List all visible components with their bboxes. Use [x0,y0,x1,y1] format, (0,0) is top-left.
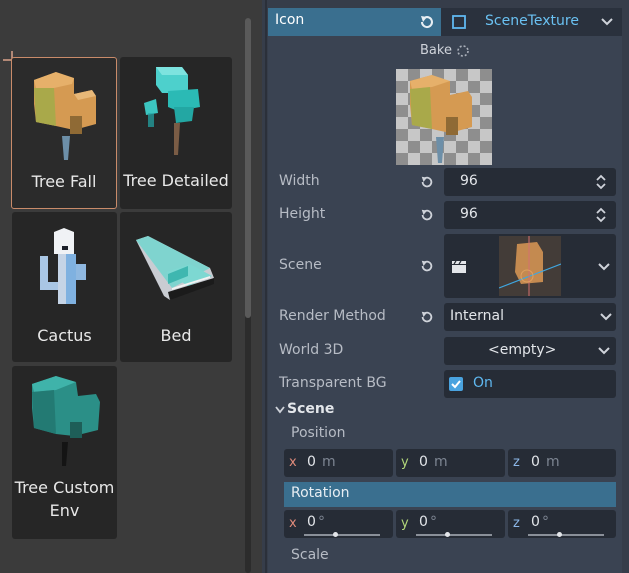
rotation-x-value: 0 [307,514,316,530]
height-label: Height [279,206,326,222]
position-y-value: 0 [419,454,428,470]
render-method-value: Internal [450,308,504,324]
axis-x-label: x [289,516,297,531]
asset-scrollbar-thumb[interactable] [245,18,251,318]
bake-button[interactable]: Bake [420,43,452,58]
position-x-field[interactable]: x 0 m [284,449,393,477]
scene-texture-resource-picker[interactable]: SceneTexture [441,8,622,36]
asset-label: Cactus [37,326,92,345]
transparent-bg-label: Transparent BG [279,375,387,391]
stepper-arrows-icon[interactable] [596,207,606,223]
rotation-x-slider-track[interactable] [304,534,380,536]
rotation-z-slider-grabber[interactable] [557,532,562,537]
axis-y-label: y [401,455,409,470]
tree-fall-thumbnail [34,72,96,160]
world3d-resource-picker[interactable]: <empty> [444,337,616,365]
width-spinbox[interactable]: 96 [444,168,616,196]
panel-divider[interactable] [265,0,267,573]
rotation-z-slider-track[interactable] [528,534,604,536]
icon-property-header[interactable]: Icon [268,8,441,36]
texture-resource-icon [452,15,466,29]
axis-z-label: z [513,455,520,470]
chevron-down-icon[interactable] [601,18,613,26]
rotation-z-unit: ° [542,514,549,530]
asset-tile-bed[interactable]: Bed [120,212,232,362]
rotation-x-unit: ° [318,514,325,530]
revert-icon[interactable] [419,14,435,30]
position-z-value: 0 [531,454,540,470]
world3d-value: <empty> [488,342,557,358]
clapperboard-icon [452,260,466,273]
position-z-unit: m [546,454,560,470]
rotation-x-slider-grabber[interactable] [333,532,338,537]
height-spinbox[interactable]: 96 [444,201,616,229]
position-y-field[interactable]: y 0 m [396,449,505,477]
width-label: Width [279,173,320,189]
rotation-row-highlight[interactable]: Rotation [284,482,616,507]
rotation-y-value: 0 [419,514,428,530]
asset-label: Tree Detailed [123,171,229,190]
asset-tile-tree-detailed[interactable]: Tree Detailed [120,57,232,209]
scene-section-header[interactable]: Scene [287,401,334,417]
revert-icon[interactable] [420,310,434,324]
scene-texture-preview [396,69,492,165]
asset-label: Tree Fall [31,172,97,191]
rotation-y-slider-field[interactable]: y 0 ° [396,510,505,538]
asset-label: Bed [160,326,192,345]
rotation-y-slider-track[interactable] [416,534,492,536]
position-label: Position [291,425,346,441]
revert-icon[interactable] [420,175,434,189]
tree-custom-env-thumbnail [32,376,100,466]
rotation-z-value: 0 [531,514,540,530]
cactus-thumbnail [40,228,86,304]
transparent-bg-value: On [473,375,493,391]
bed-thumbnail [136,236,214,300]
loading-spinner-icon [457,45,469,57]
render-method-dropdown[interactable]: Internal [444,303,616,331]
axis-z-label: z [513,516,520,531]
asset-label: Tree Custom Env [14,478,115,520]
tree-detailed-thumbnail [144,67,200,155]
resource-type-label: SceneTexture [485,13,579,29]
rotation-y-unit: ° [430,514,437,530]
transparent-bg-toggle[interactable]: On [444,370,616,398]
revert-icon[interactable] [420,208,434,222]
scene-label: Scene [279,257,322,273]
chevron-down-icon[interactable] [600,313,612,321]
stepper-arrows-icon[interactable] [596,174,606,190]
checkbox-checked-icon[interactable] [449,377,463,391]
icon-property-label: Icon [275,12,305,28]
world3d-label: World 3D [279,342,344,358]
rotation-x-slider-field[interactable]: x 0 ° [284,510,393,538]
chevron-down-icon[interactable] [598,347,610,355]
rotation-y-slider-grabber[interactable] [445,532,450,537]
height-value: 96 [460,206,478,222]
asset-tile-cactus[interactable]: Cactus [12,212,117,362]
scene-preview-thumbnail [499,236,561,296]
position-x-unit: m [322,454,336,470]
asset-tile-tree-custom-env[interactable]: Tree Custom Env [12,366,117,539]
position-z-field[interactable]: z 0 m [508,449,616,477]
position-y-unit: m [434,454,448,470]
chevron-down-icon[interactable] [598,263,610,271]
collapse-chevron-icon[interactable] [275,406,285,414]
width-value: 96 [460,173,478,189]
rotation-z-slider-field[interactable]: z 0 ° [508,510,616,538]
render-method-label: Render Method [279,308,386,324]
scale-label: Scale [291,547,329,563]
scene-resource-picker[interactable] [444,234,616,298]
asset-tile-tree-fall[interactable]: Tree Fall [11,57,117,209]
position-x-value: 0 [307,454,316,470]
rotation-label: Rotation [291,485,350,501]
axis-x-label: x [289,455,297,470]
revert-icon[interactable] [420,259,434,273]
axis-y-label: y [401,516,409,531]
